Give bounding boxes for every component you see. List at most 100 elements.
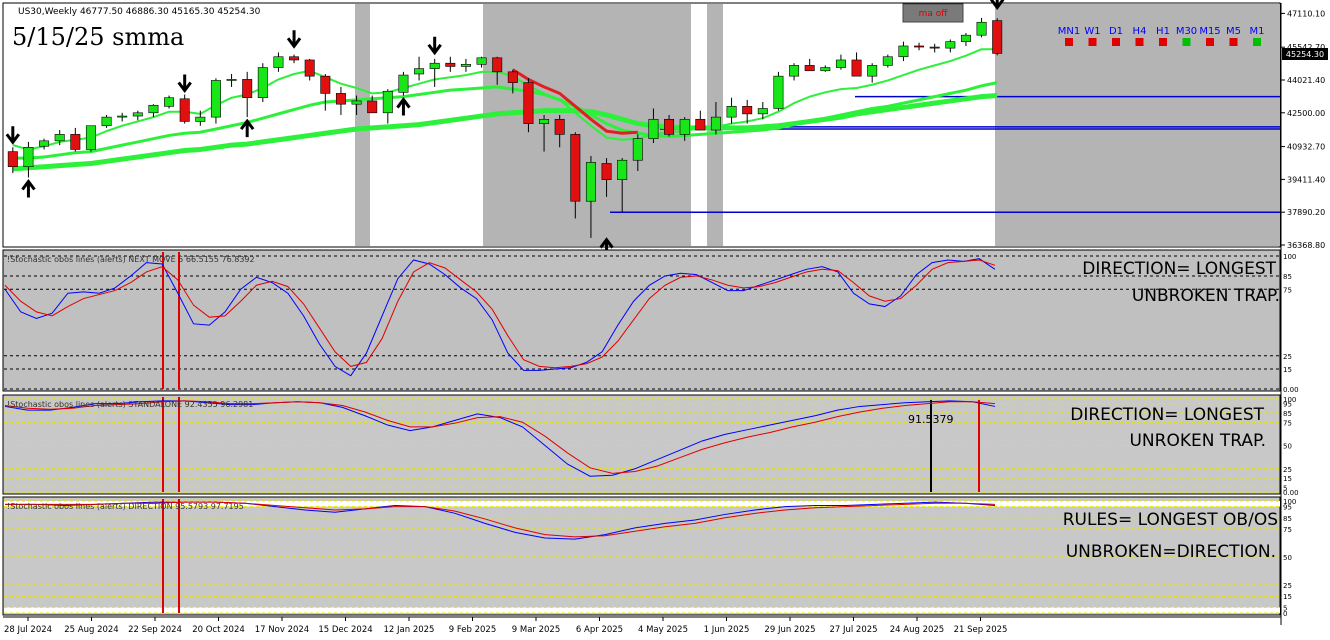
- candle[interactable]: [85, 125, 96, 152]
- time-tick-label: 27 Jul 2025: [829, 625, 877, 635]
- candle-body: [39, 140, 50, 147]
- candle-body: [929, 46, 940, 49]
- timeframe-label-w1: W1: [1084, 26, 1100, 37]
- shade-band-0: [355, 4, 370, 246]
- price-tick-label: 47110.10: [1287, 9, 1325, 18]
- candle-body: [257, 67, 268, 99]
- candle-body: [570, 134, 581, 202]
- time-tick-label: 9 Feb 2025: [449, 625, 497, 635]
- level-label: 25: [1283, 466, 1292, 474]
- level-label: 15: [1283, 593, 1292, 601]
- level-label: 75: [1283, 419, 1292, 427]
- candle-body: [7, 151, 18, 168]
- time-tick-label: 15 Dec 2024: [318, 625, 372, 635]
- level-label: 75: [1283, 526, 1292, 534]
- level-label: 85: [1283, 515, 1292, 523]
- timeframe-label-mn1: MN1: [1058, 26, 1080, 37]
- candle-body: [132, 112, 143, 117]
- level-label: 85: [1283, 410, 1292, 418]
- subwindow-1-note-line-2: UNBROKEN TRAP.: [1132, 286, 1280, 306]
- timeframe-label-h1: H1: [1156, 26, 1170, 37]
- candle[interactable]: [398, 71, 409, 96]
- price-tick-label: 42500.00: [1287, 109, 1325, 118]
- time-axis: 28 Jul 2024 25 Aug 2024 22 Sep 2024 20 Oct …: [3, 616, 1281, 635]
- candle-body: [601, 163, 612, 180]
- time-tick-label: 20 Oct 2024: [192, 625, 245, 635]
- level-label: 25: [1283, 582, 1292, 590]
- level-label: 100: [1283, 253, 1296, 261]
- candle-body: [742, 106, 753, 115]
- timeframe-status-square: [1088, 38, 1097, 46]
- candle-body: [585, 162, 596, 202]
- timeframe-panel: MN1 W1 D1 H4 H1 M30 M15 M5 M1: [1058, 26, 1265, 46]
- candle-body: [757, 108, 768, 115]
- candle-body: [976, 21, 987, 36]
- timeframe-status-square: [1159, 38, 1167, 46]
- price-tick-label: 39411.40: [1287, 175, 1325, 184]
- level-label: 50: [1283, 443, 1292, 451]
- candle[interactable]: [992, 18, 1003, 56]
- timeframe-label-m15: M15: [1199, 26, 1220, 37]
- candle-body: [429, 62, 440, 69]
- price-tick-label: 44021.40: [1287, 76, 1325, 85]
- candle-body: [554, 118, 565, 135]
- candle-body: [54, 134, 65, 142]
- candle[interactable]: [773, 71, 784, 111]
- time-tick-label: 24 Aug 2025: [890, 625, 944, 635]
- candle-body: [804, 65, 815, 72]
- candle[interactable]: [210, 78, 221, 124]
- candle-body: [648, 118, 659, 139]
- time-tick-label: 12 Jan 2025: [384, 625, 435, 635]
- time-tick-label: 21 Sep 2025: [954, 625, 1008, 635]
- candle-body: [867, 65, 878, 77]
- time-tick-label: 4 May 2025: [638, 625, 688, 635]
- candle-body: [617, 159, 628, 180]
- candle-body: [210, 80, 221, 118]
- candle-body: [85, 125, 96, 150]
- candle-body: [70, 134, 81, 150]
- subwindow-2-note-line-2: UNROKEN TRAP.: [1129, 431, 1266, 451]
- subwindow-2-label: !Stochastic obos lines (alerts) STANDALO…: [7, 400, 253, 409]
- candle-body: [148, 104, 159, 114]
- candle-body: [945, 41, 956, 49]
- candle-body: [398, 74, 409, 93]
- candle-body: [367, 100, 378, 114]
- trading-chart[interactable]: US30,Weekly 46777.50 46886.30 45165.30 4…: [0, 0, 1330, 640]
- candle[interactable]: [179, 94, 190, 124]
- candle-body: [773, 75, 784, 109]
- time-tick-label: 28 Jul 2024: [4, 625, 52, 635]
- time-tick-label: 25 Aug 2024: [64, 625, 118, 635]
- candle-body: [835, 59, 846, 68]
- candle-body: [960, 34, 971, 42]
- candle-body: [351, 100, 362, 105]
- timeframe-status-square: [1065, 38, 1073, 46]
- candle[interactable]: [257, 63, 268, 103]
- subwindow-2-note-line-1: DIRECTION= LONGEST: [1070, 405, 1264, 425]
- timeframe-label-m5: M5: [1226, 26, 1241, 37]
- candle-body: [523, 82, 534, 124]
- candle-body: [789, 65, 800, 77]
- candle-body: [460, 63, 471, 67]
- timeframe-label-h4: H4: [1133, 26, 1147, 37]
- candle-body: [476, 57, 487, 65]
- candle[interactable]: [101, 114, 112, 128]
- candle-body: [179, 98, 190, 122]
- candle[interactable]: [164, 95, 175, 109]
- level-label: 15: [1283, 366, 1292, 374]
- level-label: 95: [1283, 401, 1292, 409]
- time-tick-label: 22 Sep 2024: [128, 625, 182, 635]
- timeframe-status-square: [1112, 38, 1120, 46]
- time-tick-label: 6 Apr 2025: [576, 625, 623, 635]
- candle-body: [273, 56, 284, 68]
- timeframe-label-m30: M30: [1176, 26, 1197, 37]
- candle-body: [23, 147, 34, 168]
- candle-body: [164, 97, 175, 107]
- candle-body: [445, 62, 456, 67]
- level-label: 15: [1283, 475, 1292, 483]
- candle[interactable]: [882, 54, 893, 68]
- level-label: 75: [1283, 286, 1292, 294]
- candle-body: [851, 59, 862, 77]
- candle-body: [695, 118, 706, 131]
- candle-body: [679, 118, 690, 135]
- candle-body: [992, 20, 1003, 54]
